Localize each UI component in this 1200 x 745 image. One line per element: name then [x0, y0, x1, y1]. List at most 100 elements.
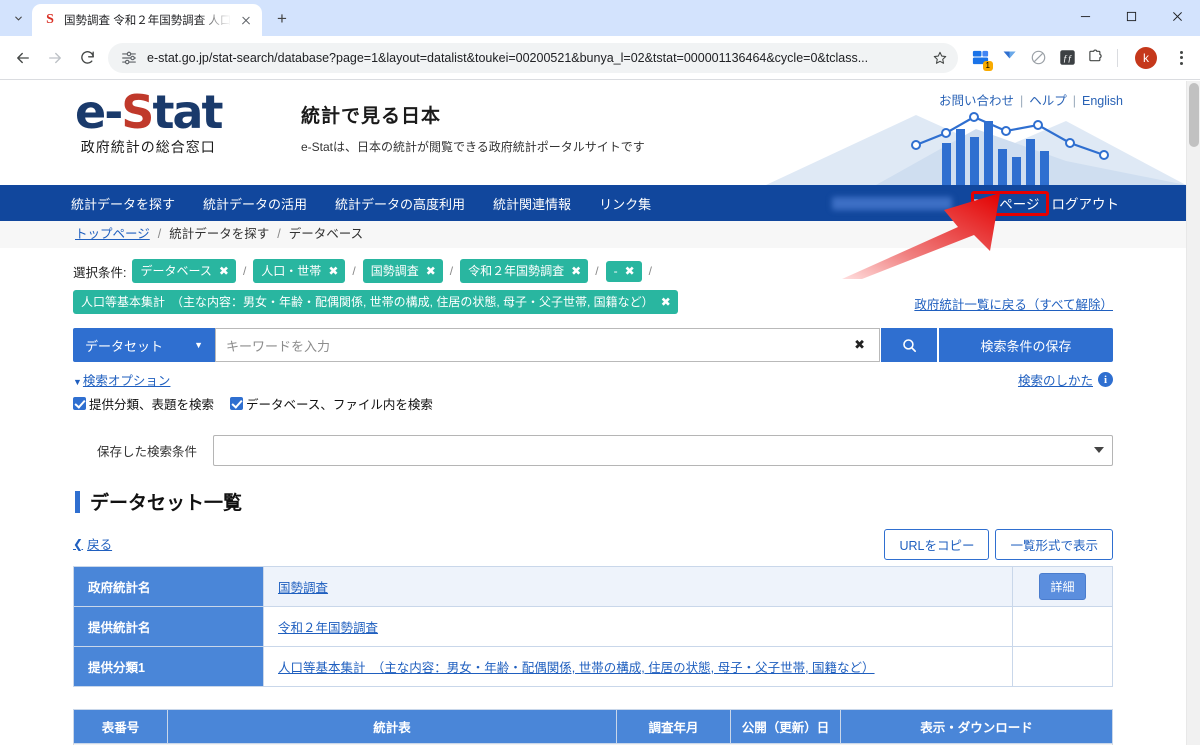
remove-chip-icon: ✖ — [425, 263, 436, 278]
mypage-link[interactable]: マイページ — [966, 191, 1045, 215]
slogan-heading: 統計で見る日本 — [301, 106, 442, 127]
window-controls — [1062, 0, 1200, 36]
search-howto[interactable]: 検索のしかた i — [1018, 370, 1113, 389]
selected-conditions-row-2: 人口等基本集計 （主な内容：男女・年齢・配偶関係, 世帯の構成, 住居の状態, … — [73, 290, 1113, 314]
svg-text:ƒƒ: ƒƒ — [1062, 54, 1072, 64]
nav-item-use-data[interactable]: 統計データの活用 — [189, 185, 321, 221]
english-link[interactable]: English — [1082, 94, 1123, 108]
fonts-extension-icon[interactable]: ƒƒ — [1057, 48, 1077, 68]
condition-chip-population[interactable]: 人口・世帯 ✖ — [253, 259, 346, 283]
back-link[interactable]: ❮ 戻る — [73, 534, 112, 553]
forward-button-icon[interactable] — [40, 43, 70, 73]
saved-conditions-select[interactable] — [213, 435, 1113, 466]
page-viewport: e-Stat 政府統計の総合窓口 統計で見る日本 e-Statは、日本の統計が閲… — [0, 81, 1200, 745]
puzzle-extensions-icon[interactable] — [1086, 48, 1106, 68]
site-slogan: 統計で見る日本 e-Statは、日本の統計が閲覧できる政府統計ポータルサイトです — [301, 101, 645, 155]
nav-item-advanced-use[interactable]: 統計データの高度利用 — [321, 185, 479, 221]
site-header: e-Stat 政府統計の総合窓口 統計で見る日本 e-Statは、日本の統計が閲… — [0, 81, 1186, 185]
search-bar: データセット ▼ キーワードを入力 ✖ 検索条件の保存 — [73, 328, 1113, 362]
row-value: 令和２年国勢調査 — [263, 606, 1013, 647]
list-view-button[interactable]: 一覧形式で表示 — [995, 529, 1113, 560]
copy-url-button[interactable]: URLをコピー — [884, 529, 990, 560]
close-tab-icon[interactable] — [238, 12, 254, 28]
search-submit-button[interactable] — [881, 328, 937, 362]
chrome-menu-icon[interactable] — [1170, 47, 1192, 69]
condition-chip-reiwa2-census[interactable]: 令和２年国勢調査 ✖ — [460, 259, 589, 283]
breadcrumb: トップページ / 統計データを探す / データベース — [75, 227, 364, 241]
search-checkbox-row: 提供分類、表題を検索 データベース、ファイル内を検索 — [73, 394, 1113, 413]
logout-link[interactable]: ログアウト — [1046, 191, 1124, 215]
row-value: 国勢調査 — [263, 566, 1013, 607]
search-scope-select[interactable]: データセット ▼ — [73, 328, 215, 362]
saved-conditions-row: 保存した検索条件 — [73, 435, 1113, 466]
tab-favicon-icon: S — [46, 12, 54, 27]
breadcrumb-search[interactable]: 統計データを探す — [169, 227, 269, 241]
clear-search-icon[interactable]: ✖ — [850, 337, 869, 353]
row-key: 提供分類1 — [73, 646, 264, 687]
breadcrumb-band: トップページ / 統計データを探す / データベース — [0, 221, 1186, 248]
row-action: 詳細 — [1012, 566, 1113, 607]
row-value-link[interactable]: 令和２年国勢調査 — [278, 621, 378, 635]
checkbox-search-files[interactable]: データベース、ファイル内を検索 — [230, 394, 433, 413]
search-input[interactable]: キーワードを入力 ✖ — [215, 328, 880, 362]
profile-avatar[interactable]: k — [1135, 46, 1157, 69]
block-extension-icon[interactable] — [1028, 48, 1048, 68]
tab-groups-icon[interactable]: 1 — [970, 48, 993, 71]
search-options-toggle[interactable]: ▼検索オプション — [73, 374, 170, 388]
back-button-icon[interactable] — [8, 43, 38, 73]
condition-chip-dash[interactable]: - ✖ — [605, 260, 642, 282]
saved-conditions-label: 保存した検索条件 — [97, 445, 198, 459]
table-row: 提供分類1 人口等基本集計 （主な内容：男女・年齢・配偶関係, 世帯の構成, 住… — [73, 646, 1113, 687]
site-settings-icon[interactable] — [120, 49, 138, 67]
remove-chip-icon: ✖ — [218, 263, 229, 278]
main-navigation: 統計データを探す 統計データの活用 統計データの高度利用 統計関連情報 リンク集… — [0, 185, 1186, 221]
column-header-survey-date: 調査年月 — [616, 709, 731, 744]
search-icon — [902, 338, 916, 352]
row-value-link[interactable]: 人口等基本集計 （主な内容：男女・年齢・配偶関係, 世帯の構成, 住居の状態, … — [278, 661, 875, 675]
maximize-button[interactable] — [1108, 0, 1154, 32]
save-search-conditions-button[interactable]: 検索条件の保存 — [939, 328, 1113, 362]
help-link[interactable]: ヘルプ — [1029, 94, 1067, 108]
chevron-left-icon: ❮ — [73, 536, 84, 551]
address-bar[interactable]: e-stat.go.jp/stat-search/database?page=1… — [108, 42, 958, 73]
main-content: 選択条件: データベース ✖ / 人口・世帯 ✖ / 国勢調査 ✖ / 令和２年国勢調… — [63, 248, 1123, 745]
condition-chip-census[interactable]: 国勢調査 ✖ — [362, 259, 443, 283]
remove-chip-icon: ✖ — [571, 263, 582, 278]
row-value-link[interactable]: 国勢調査 — [278, 581, 328, 595]
column-header-publish-date: 公開（更新）日 — [730, 709, 841, 744]
triangle-down-icon: ▼ — [73, 377, 82, 387]
page-scrollbar[interactable] — [1186, 81, 1200, 745]
logged-in-username — [832, 196, 953, 210]
minimize-button[interactable] — [1062, 0, 1108, 32]
close-window-button[interactable] — [1154, 0, 1200, 32]
condition-chip-database[interactable]: データベース ✖ — [132, 259, 236, 283]
row-action — [1012, 646, 1113, 687]
checkbox-label: 提供分類、表題を検索 — [89, 398, 215, 412]
checkbox-search-titles[interactable]: 提供分類、表題を検索 — [73, 394, 214, 413]
browser-tab[interactable]: S 国勢調査 令和２年国勢調査 人口 — [32, 4, 262, 36]
reload-button-icon[interactable] — [72, 43, 102, 73]
scrollbar-thumb[interactable] — [1189, 83, 1199, 147]
new-tab-button[interactable]: + — [268, 5, 296, 33]
column-header-download: 表示・ダウンロード — [840, 709, 1113, 744]
reset-all-conditions-link[interactable]: 政府統計一覧に戻る（すべて解除） — [914, 294, 1113, 313]
nav-item-search-data[interactable]: 統計データを探す — [63, 185, 189, 221]
nav-item-links[interactable]: リンク集 — [585, 185, 665, 221]
browser-window: S 国勢調査 令和２年国勢調査 人口 + e-stat.go.jp/stat-s… — [0, 0, 1200, 745]
checkbox-box — [73, 397, 86, 410]
nav-item-related-info[interactable]: 統計関連情報 — [479, 185, 585, 221]
condition-chip-basic-tabulation[interactable]: 人口等基本集計 （主な内容：男女・年齢・配偶関係, 世帯の構成, 住居の状態, … — [73, 290, 678, 314]
checkbox-label: データベース、ファイル内を検索 — [246, 398, 433, 412]
browser-toolbar: e-stat.go.jp/stat-search/database?page=1… — [0, 36, 1200, 80]
bookmark-star-icon[interactable] — [928, 46, 952, 70]
search-scope-value: データセット — [85, 338, 164, 354]
tab-search-caret-icon[interactable] — [4, 4, 32, 32]
yandex-extension-icon[interactable] — [999, 48, 1019, 68]
breadcrumb-top[interactable]: トップページ — [75, 227, 150, 241]
tab-strip: S 国勢調査 令和２年国勢調査 人口 + — [0, 0, 1200, 36]
extension-badge-count: 1 — [982, 60, 993, 71]
contact-link[interactable]: お問い合わせ — [939, 94, 1014, 108]
estat-logo[interactable]: e-Stat 政府統計の総合窓口 — [75, 89, 223, 157]
detail-button[interactable]: 詳細 — [1039, 573, 1086, 600]
url-text: e-stat.go.jp/stat-search/database?page=1… — [147, 50, 869, 65]
